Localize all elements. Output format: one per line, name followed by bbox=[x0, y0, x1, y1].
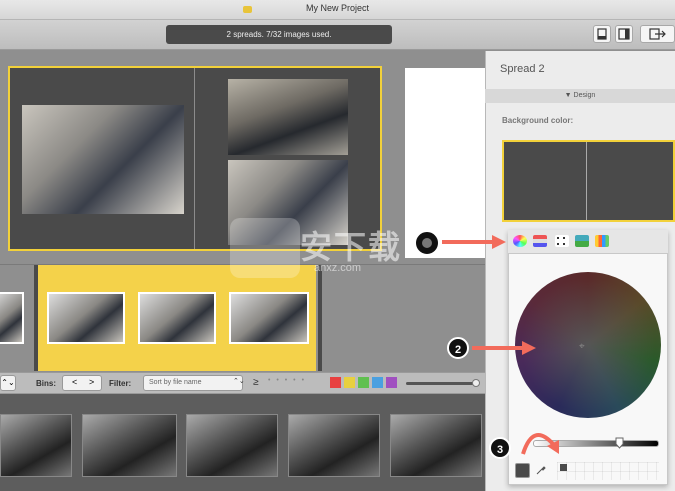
single-page-view-button[interactable] bbox=[593, 25, 611, 43]
sort-select[interactable]: Sort by file name bbox=[143, 375, 243, 391]
filmstrip-divider-2 bbox=[318, 265, 322, 371]
step-2-badge: 2 bbox=[447, 337, 469, 359]
background-color-well[interactable] bbox=[502, 140, 675, 222]
bins-prev-button[interactable]: < bbox=[72, 377, 77, 387]
saved-color-1[interactable] bbox=[560, 464, 567, 471]
color-label-yellow[interactable] bbox=[344, 377, 355, 388]
eyedropper-icon[interactable] bbox=[535, 464, 547, 476]
color-sliders-tab-icon[interactable] bbox=[533, 235, 547, 247]
bins-label: Bins: bbox=[36, 379, 56, 388]
watermark-subtext: anxz.com bbox=[314, 262, 362, 274]
status-display: 2 spreads. 7/32 images used. bbox=[166, 25, 392, 44]
tray-image-3[interactable] bbox=[186, 414, 278, 477]
current-color-swatch[interactable] bbox=[515, 463, 530, 478]
background-color-label: Background color: bbox=[502, 116, 574, 125]
filter-label: Filter: bbox=[109, 379, 132, 388]
step-3-badge: 3 bbox=[489, 437, 511, 459]
watermark-logo bbox=[230, 218, 300, 278]
tray-image-5[interactable] bbox=[390, 414, 482, 477]
spread-thumb-photo-2[interactable] bbox=[138, 292, 216, 344]
crosshair-icon: ⌖ bbox=[579, 341, 585, 352]
photo-tie-closeup[interactable] bbox=[22, 105, 184, 214]
photo-shoes[interactable] bbox=[228, 79, 348, 155]
bins-nav: < > bbox=[62, 375, 102, 391]
two-page-view-button[interactable] bbox=[615, 25, 633, 43]
size-stepper[interactable]: ⌃⌄ bbox=[0, 375, 16, 391]
spread-thumb-1[interactable] bbox=[0, 292, 24, 344]
step-1-badge-icon bbox=[414, 230, 440, 256]
sort-value: Sort by file name bbox=[149, 379, 202, 386]
color-palettes-tab-icon[interactable] bbox=[555, 235, 569, 247]
spread-thumb-photo-1[interactable] bbox=[47, 292, 125, 344]
spread-gutter bbox=[194, 68, 195, 249]
spread-thumb-photo-3[interactable] bbox=[229, 292, 309, 344]
single-page-icon bbox=[597, 28, 607, 40]
tray-image-1[interactable] bbox=[0, 414, 72, 477]
color-label-purple[interactable] bbox=[386, 377, 397, 388]
rating-gte-icon: ≥ bbox=[253, 377, 259, 388]
export-icon bbox=[649, 28, 666, 40]
bins-next-button[interactable]: > bbox=[89, 377, 94, 387]
export-button[interactable] bbox=[640, 25, 675, 43]
annotation-arrow-2 bbox=[472, 341, 536, 355]
color-label-green[interactable] bbox=[358, 377, 369, 388]
color-wheel-tab-icon[interactable] bbox=[513, 235, 527, 247]
color-label-red[interactable] bbox=[330, 377, 341, 388]
crayons-tab-icon[interactable] bbox=[595, 235, 609, 247]
brightness-slider-knob[interactable] bbox=[615, 437, 624, 449]
thumb-size-slider[interactable] bbox=[406, 382, 476, 385]
color-label-blue[interactable] bbox=[372, 377, 383, 388]
sort-arrows-icon: ⌃⌄ bbox=[233, 378, 245, 385]
annotation-arrow-3 bbox=[521, 433, 559, 455]
thumb-size-slider-knob[interactable] bbox=[472, 379, 480, 387]
rating-dots[interactable]: • • • • • bbox=[268, 377, 306, 384]
panel-title: Spread 2 bbox=[500, 63, 545, 75]
window-title: My New Project bbox=[305, 3, 369, 13]
bg-preview-divider bbox=[586, 142, 587, 220]
annotation-arrow-1 bbox=[442, 235, 506, 249]
panel-icon bbox=[618, 28, 630, 40]
tray-image-4[interactable] bbox=[288, 414, 380, 477]
image-palettes-tab-icon[interactable] bbox=[575, 235, 589, 247]
design-section-toggle[interactable]: ▼ Design bbox=[485, 89, 675, 103]
saved-colors-grid[interactable] bbox=[557, 462, 659, 480]
tray-image-2[interactable] bbox=[82, 414, 177, 477]
